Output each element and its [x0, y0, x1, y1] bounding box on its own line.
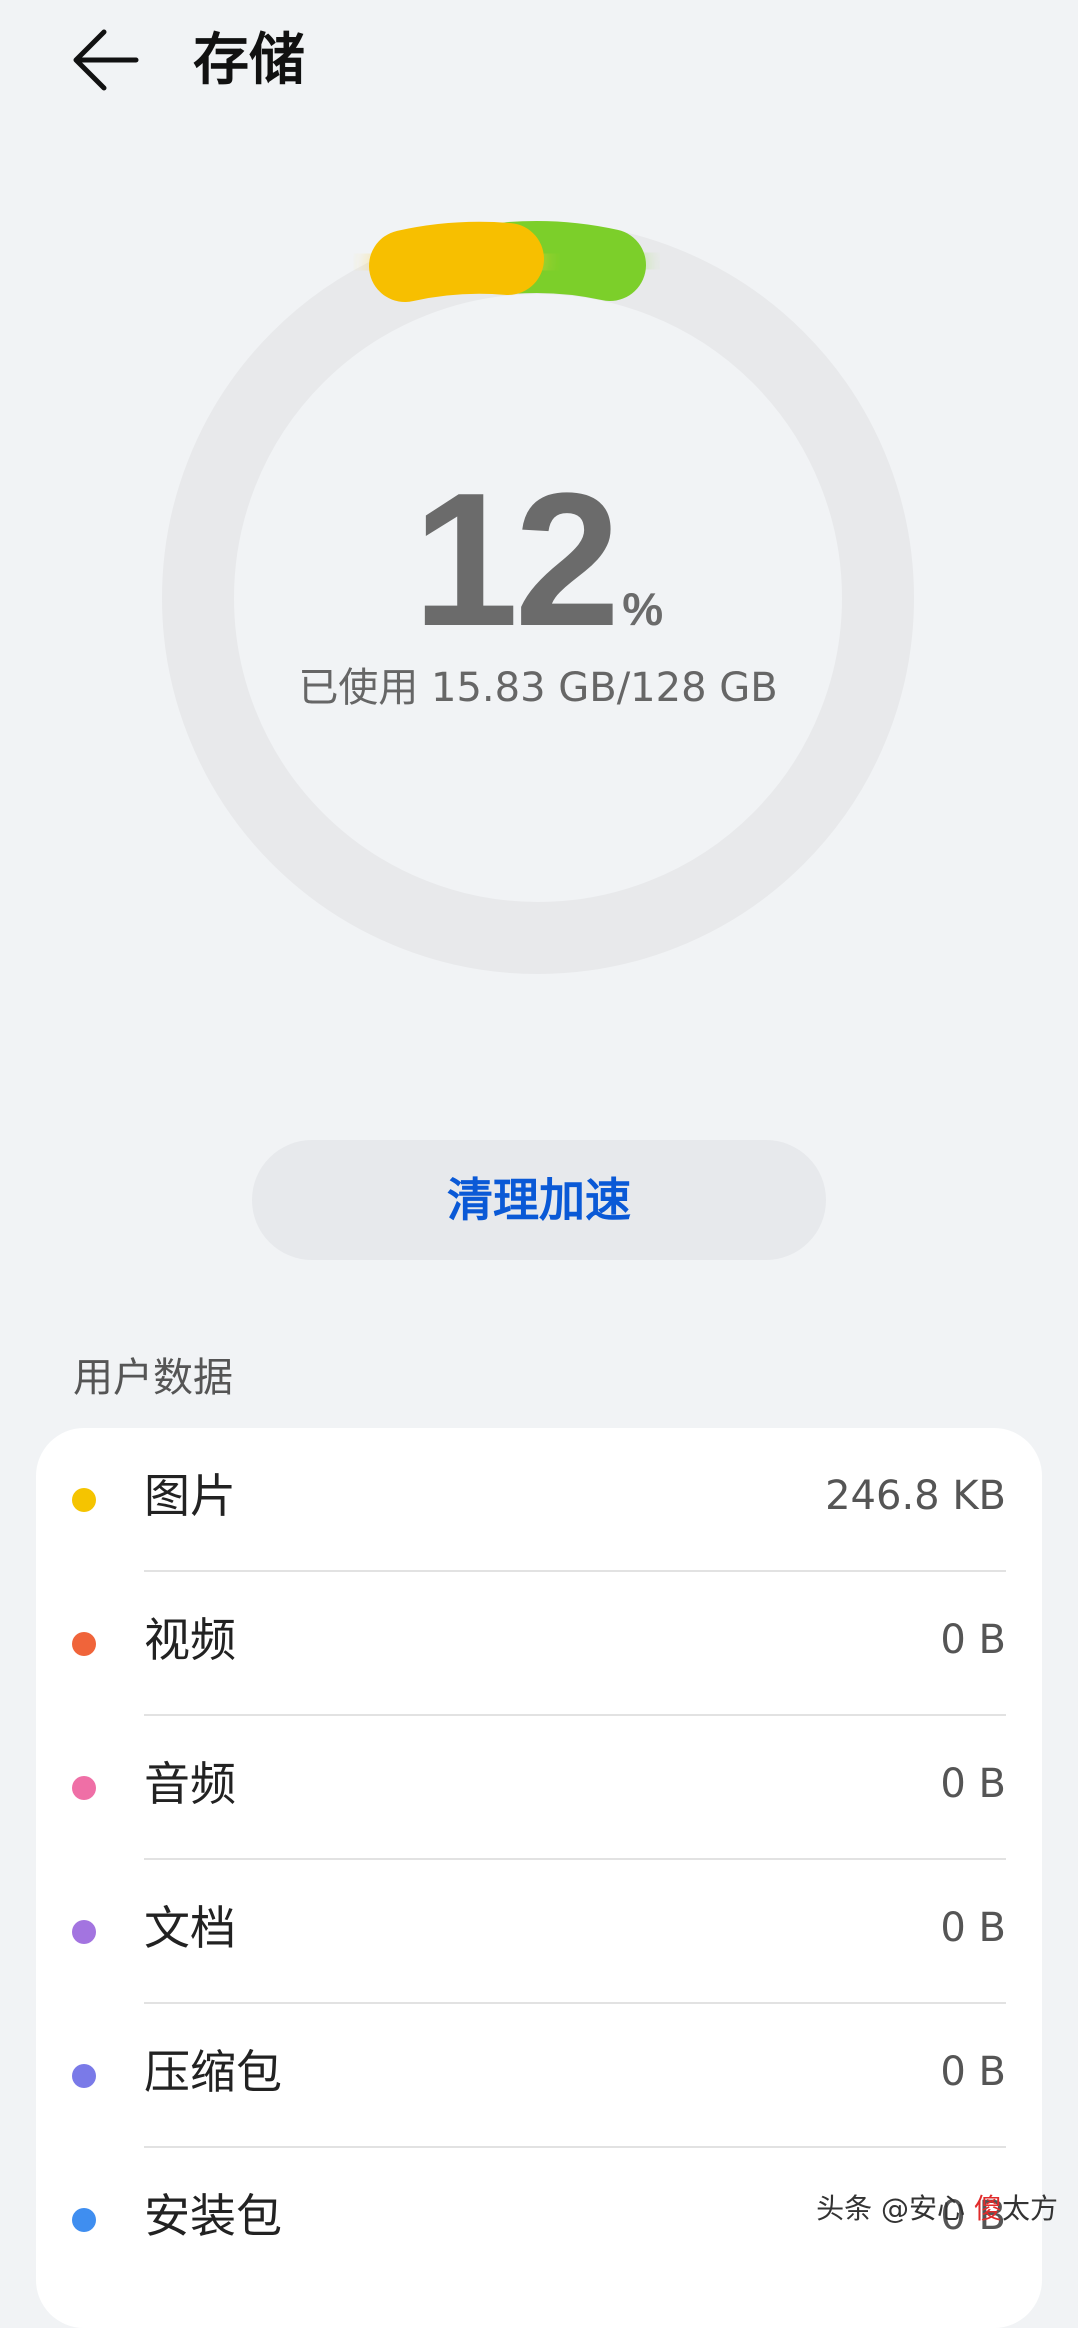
watermark-highlight: 傻 [973, 2192, 1002, 2225]
usage-label: 已使用 15.83 GB/128 GB [298, 665, 778, 711]
list-item-archives[interactable]: 压缩包 0 B [36, 2004, 1042, 2148]
category-size: 246.8 KB [825, 1473, 1006, 1519]
percent-value: 12 [412, 454, 620, 666]
category-size: 0 B [940, 1761, 1006, 1807]
category-label: 音频 [144, 1757, 236, 1811]
segment-images [369, 221, 544, 302]
category-dot [72, 1632, 96, 1656]
back-button[interactable] [60, 20, 150, 110]
category-label: 安装包 [144, 2189, 282, 2243]
storage-usage-ring: 12% 已使用 15.83 GB/128 GB [160, 220, 916, 976]
category-dot [72, 1920, 96, 1944]
section-title-user-data: 用户数据 [73, 1355, 233, 1401]
category-dot [72, 2064, 96, 2088]
category-label: 文档 [144, 1901, 236, 1955]
list-item-video[interactable]: 视频 0 B [36, 1572, 1042, 1716]
category-dot [72, 1776, 96, 1800]
page-title: 存储 [193, 28, 305, 93]
clean-speed-up-button[interactable]: 清理加速 [252, 1140, 826, 1260]
category-label: 压缩包 [144, 2045, 282, 2099]
category-dot [72, 2208, 96, 2232]
percent-sign: % [622, 583, 664, 635]
watermark-suffix: 太方 [1001, 2192, 1058, 2225]
header-bar: 存储 [0, 0, 1078, 130]
category-dot [72, 1488, 96, 1512]
list-item-audio[interactable]: 音频 0 B [36, 1716, 1042, 1860]
category-size: 0 B [940, 1617, 1006, 1663]
watermark-text: 头条 @安心 [816, 2192, 966, 2225]
list-item-documents[interactable]: 文档 0 B [36, 1860, 1042, 2004]
arrow-left-icon [73, 29, 139, 91]
category-size: 0 B [940, 1905, 1006, 1951]
watermark: 头条 @安心 傻太方 [816, 2187, 1058, 2227]
category-label: 视频 [144, 1613, 236, 1667]
category-label: 图片 [144, 1469, 236, 1523]
usage-percent: 12% [160, 465, 916, 655]
category-size: 0 B [940, 2049, 1006, 2095]
list-item-images[interactable]: 图片 246.8 KB [36, 1428, 1042, 1572]
